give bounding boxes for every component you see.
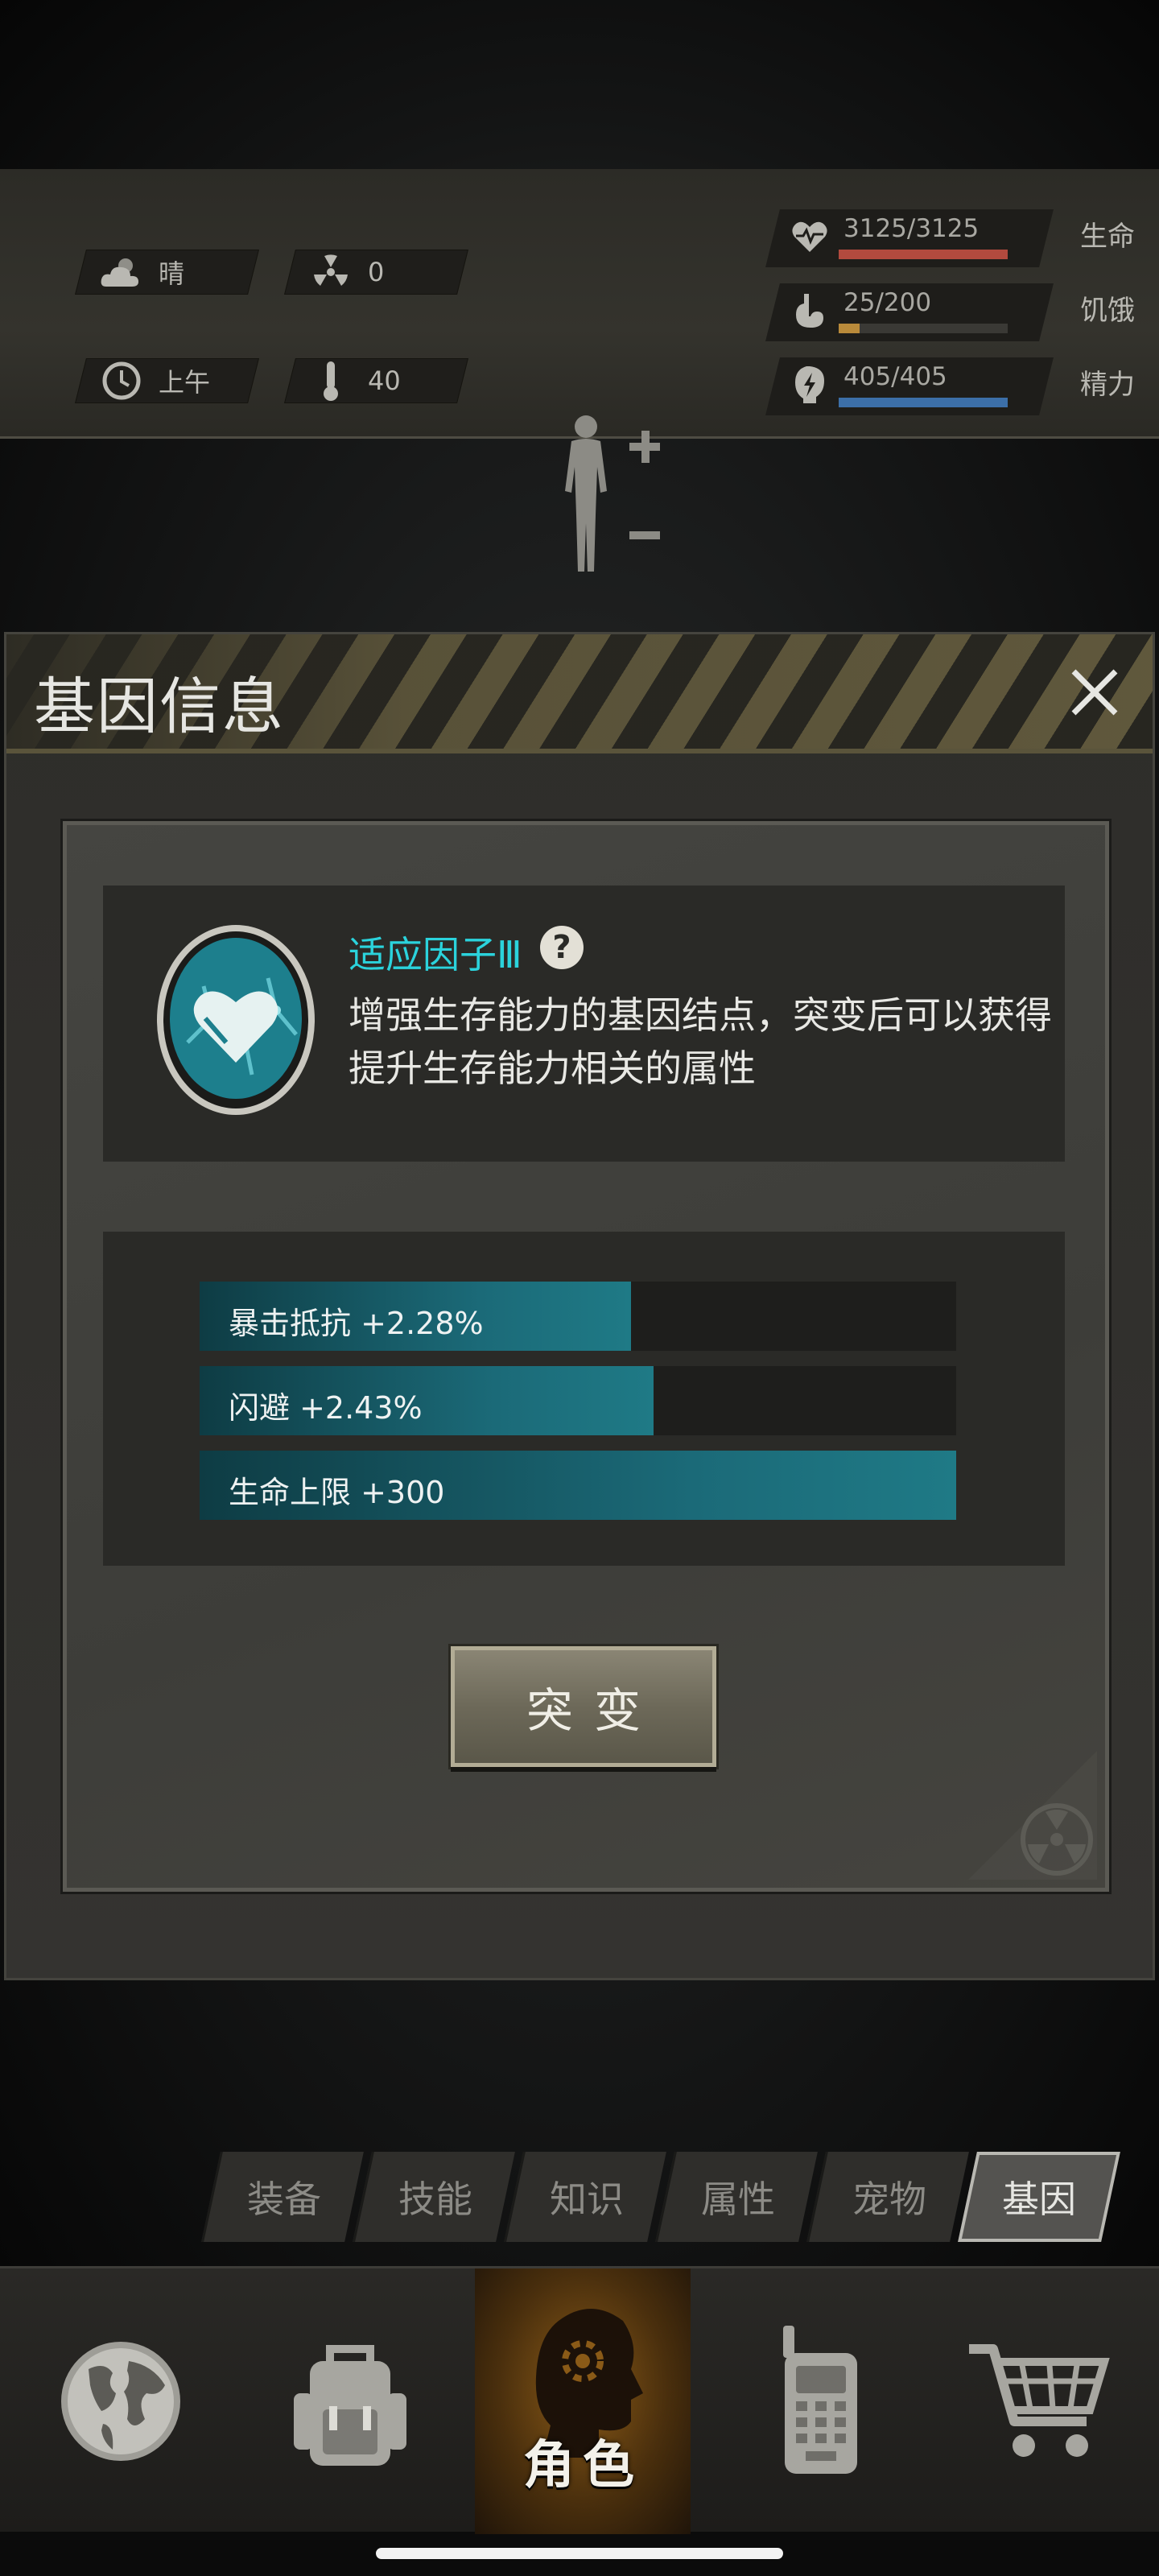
nav-radio[interactable] <box>704 2268 930 2534</box>
hunger-bar <box>839 324 1008 333</box>
time-chip: 上午 <box>75 358 259 403</box>
clock-icon <box>99 358 144 403</box>
radiation-value: 0 <box>368 257 385 287</box>
nav-backpack[interactable] <box>237 2268 463 2534</box>
hunger-label: 饥饿 <box>1080 295 1135 327</box>
nav-shop[interactable] <box>926 2268 1151 2534</box>
status-bar: 晴 0 上午 40 3125/3125 生命 25/200 饥饿 405/405… <box>0 169 1159 572</box>
attribute-text: 暴击抵抗 +2.28% <box>229 1306 484 1341</box>
gene-heart-icon <box>155 922 316 1115</box>
bottom-nav: 角色 <box>0 2266 1159 2534</box>
radio-icon <box>783 2326 857 2474</box>
gene-frame: 适应因子Ⅲ ? 增强生存能力的基因结点，突变后可以获得提升生存能力相关的属性 暴… <box>63 821 1109 1892</box>
tab-genes[interactable]: 基因 <box>958 2152 1120 2242</box>
globe-icon <box>61 2342 180 2461</box>
tab-pets[interactable]: 宠物 <box>806 2152 969 2242</box>
attribute-text: 闪避 +2.43% <box>229 1390 423 1426</box>
cart-icon <box>969 2344 1110 2457</box>
gene-info-panel: 基因信息 适应因子Ⅲ ? 增强生存能力的基因结点，突变后可以获得提升生存能力相关… <box>4 632 1155 1980</box>
gene-name: 适应因子Ⅲ <box>349 933 522 976</box>
gene-description: 增强生存能力的基因结点，突变后可以获得提升生存能力相关的属性 <box>349 993 1052 1090</box>
close-button[interactable] <box>1059 657 1130 728</box>
tab-attributes[interactable]: 属性 <box>655 2152 818 2242</box>
nav-character[interactable]: 角色 <box>475 2268 691 2534</box>
gene-info-box: 适应因子Ⅲ ? 增强生存能力的基因结点，突变后可以获得提升生存能力相关的属性 <box>103 886 1065 1162</box>
backpack-icon <box>294 2345 406 2466</box>
thermometer-icon <box>308 358 353 403</box>
character-sub-tabs: 装备 技能 知识 属性 宠物 基因 <box>201 2152 1120 2244</box>
weather-text: 晴 <box>159 258 185 289</box>
tab-knowledge[interactable]: 知识 <box>504 2152 666 2242</box>
time-text: 上午 <box>159 367 211 398</box>
body-status-figure[interactable] <box>555 411 662 580</box>
attribute-text: 生命上限 +300 <box>229 1475 445 1510</box>
tab-skills[interactable]: 技能 <box>353 2152 515 2242</box>
tab-equipment[interactable]: 装备 <box>201 2152 364 2242</box>
mutate-label: 突变 <box>526 1683 662 1738</box>
hunger-value: 25/200 <box>843 288 932 317</box>
weather-chip: 晴 <box>75 250 259 295</box>
attribute-row: 生命上限 +300 <box>200 1451 956 1520</box>
health-value: 3125/3125 <box>843 214 980 243</box>
temperature-chip: 40 <box>284 358 468 403</box>
health-bar <box>839 250 1008 259</box>
nav-map[interactable] <box>8 2268 233 2534</box>
vital-health: 3125/3125 生命 <box>765 209 1135 267</box>
radiation-watermark-icon <box>968 1751 1097 1880</box>
help-icon[interactable]: ? <box>540 926 584 969</box>
energy-label: 精力 <box>1080 369 1135 401</box>
radiation-icon <box>308 250 353 295</box>
panel-header: 基因信息 <box>6 634 1153 753</box>
nav-character-label: 角色 <box>523 2436 642 2496</box>
temperature-value: 40 <box>368 365 401 396</box>
heart-icon <box>789 216 831 258</box>
attribute-list: 暴击抵抗 +2.28% 闪避 +2.43% 生命上限 +300 <box>103 1232 1065 1566</box>
radiation-chip: 0 <box>284 250 468 295</box>
vital-energy: 405/405 精力 <box>765 357 1135 415</box>
energy-bar <box>839 398 1008 407</box>
attribute-row: 暴击抵抗 +2.28% <box>200 1282 956 1351</box>
stomach-icon <box>789 290 831 332</box>
energy-icon <box>789 364 831 406</box>
home-indicator[interactable] <box>376 2548 783 2559</box>
close-icon <box>1071 669 1118 716</box>
cloud-sun-icon <box>99 250 144 295</box>
health-label: 生命 <box>1080 221 1135 253</box>
attribute-row: 闪避 +2.43% <box>200 1366 956 1435</box>
panel-title: 基因信息 <box>34 671 285 742</box>
energy-value: 405/405 <box>843 362 947 391</box>
mutate-button[interactable]: 突变 <box>451 1646 716 1767</box>
vital-hunger: 25/200 饥饿 <box>765 283 1135 341</box>
